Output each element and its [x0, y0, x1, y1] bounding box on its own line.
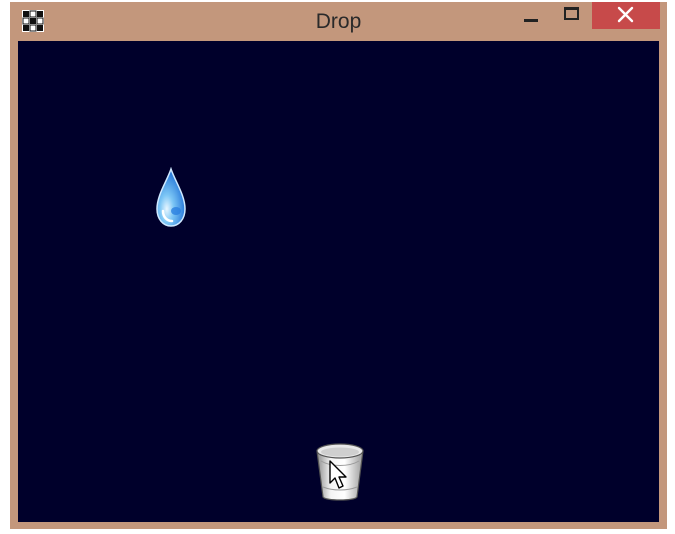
minimize-icon	[524, 19, 538, 22]
maximize-button[interactable]	[556, 2, 586, 29]
minimize-button[interactable]	[516, 2, 546, 29]
title-bar[interactable]: Drop	[10, 2, 667, 41]
game-canvas[interactable]	[18, 41, 659, 522]
maximize-icon	[564, 7, 579, 20]
raindrop-icon	[153, 166, 189, 229]
app-window: Drop	[10, 2, 667, 529]
close-icon	[617, 6, 634, 23]
mouse-pointer-icon	[328, 459, 348, 491]
close-button[interactable]	[592, 2, 660, 29]
